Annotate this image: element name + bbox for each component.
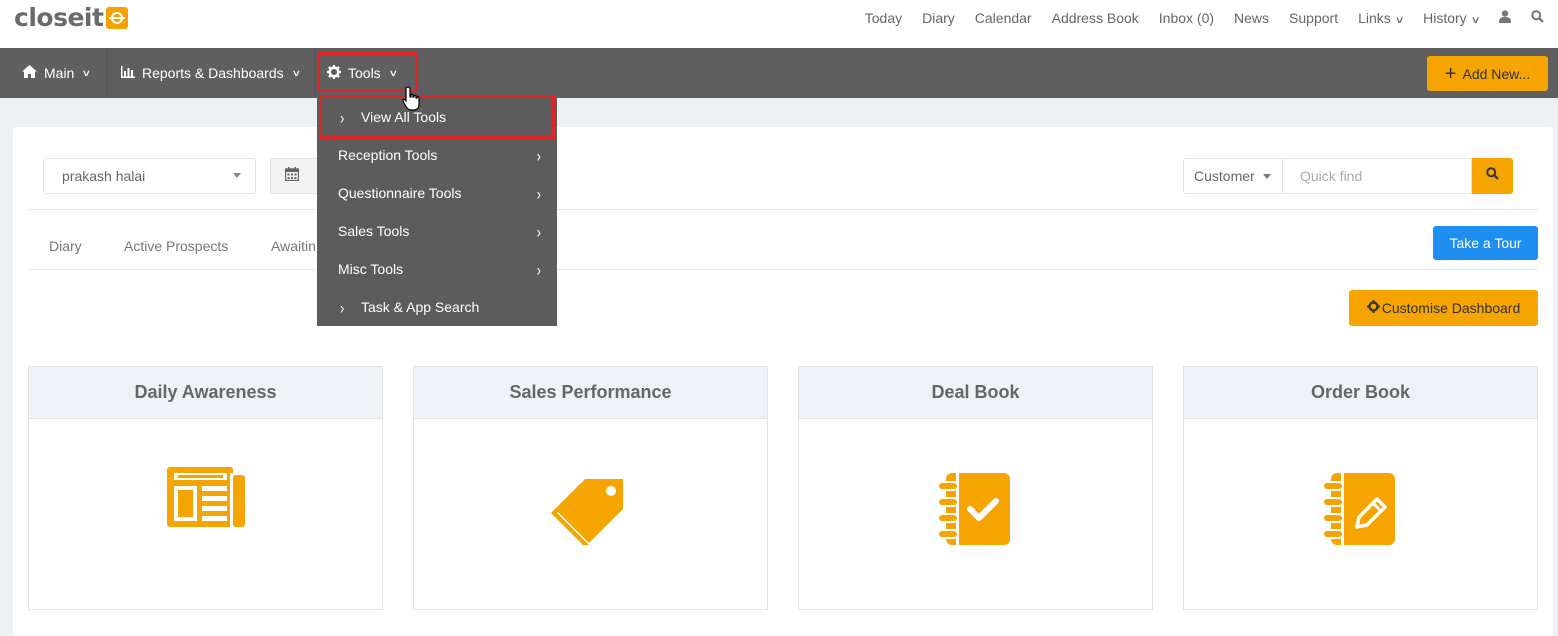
card-deal-book[interactable]: Deal Book bbox=[798, 366, 1153, 610]
divider bbox=[28, 209, 1538, 210]
menu-item-task-app-search[interactable]: › Task & App Search bbox=[317, 288, 557, 326]
quick-find-input[interactable] bbox=[1282, 158, 1472, 194]
links-label: Links bbox=[1358, 10, 1391, 26]
tab-active-prospects[interactable]: Active Prospects bbox=[124, 238, 228, 254]
closeit-logo[interactable]: closeit bbox=[14, 3, 129, 32]
date-picker-button[interactable] bbox=[270, 158, 320, 194]
caret-down-icon bbox=[233, 173, 241, 178]
card-daily-awareness[interactable]: Daily Awareness bbox=[28, 366, 383, 610]
chevron-right-icon: › bbox=[536, 221, 541, 241]
history-label: History bbox=[1423, 10, 1467, 26]
nav-main-label: Main bbox=[44, 65, 75, 81]
card-sales-performance[interactable]: Sales Performance bbox=[413, 366, 768, 610]
newspaper-icon bbox=[29, 467, 382, 527]
top-link-support[interactable]: Support bbox=[1289, 10, 1338, 26]
user-icon[interactable] bbox=[1499, 10, 1511, 26]
caret-down-icon bbox=[1263, 174, 1271, 179]
nav-divider bbox=[315, 48, 316, 98]
chevron-right-icon: › bbox=[536, 259, 541, 279]
chevron-down-icon: ∨ bbox=[1394, 15, 1405, 26]
quick-find-search-button[interactable] bbox=[1472, 158, 1513, 194]
menu-item-label: Task & App Search bbox=[361, 299, 480, 315]
card-title: Deal Book bbox=[799, 367, 1152, 419]
top-link-inbox[interactable]: Inbox (0) bbox=[1159, 10, 1214, 26]
chevron-right-icon: › bbox=[536, 145, 541, 165]
chevron-down-icon: ∨ bbox=[290, 67, 301, 78]
take-a-tour-label: Take a Tour bbox=[1449, 235, 1522, 251]
top-link-calendar[interactable]: Calendar bbox=[975, 10, 1032, 26]
plus-icon: + bbox=[1444, 62, 1457, 85]
top-links-dropdown[interactable]: Links ∨ bbox=[1358, 10, 1405, 26]
top-history-dropdown[interactable]: History ∨ bbox=[1423, 10, 1481, 26]
tags-icon bbox=[414, 467, 767, 545]
top-link-diary[interactable]: Diary bbox=[922, 10, 955, 26]
calendar-icon bbox=[284, 167, 300, 185]
gear-icon bbox=[1366, 300, 1380, 316]
top-link-today[interactable]: Today bbox=[865, 10, 902, 26]
top-bar: closeit Today Diary Calendar Address Boo… bbox=[0, 0, 1558, 48]
user-select[interactable]: prakash halai bbox=[43, 158, 256, 194]
card-title: Daily Awareness bbox=[29, 367, 382, 419]
nav-divider bbox=[107, 48, 108, 98]
view-all-tools-highlight-box bbox=[319, 95, 555, 139]
take-a-tour-button[interactable]: Take a Tour bbox=[1433, 226, 1538, 260]
chevron-down-icon: ∨ bbox=[81, 67, 92, 78]
menu-item-label: Questionnaire Tools bbox=[338, 185, 462, 201]
search-icon[interactable] bbox=[1531, 10, 1544, 26]
nav-reports-label: Reports & Dashboards bbox=[142, 65, 284, 81]
card-title: Order Book bbox=[1184, 367, 1537, 419]
customise-dashboard-label: Customise Dashboard bbox=[1381, 300, 1521, 316]
menu-item-label: Reception Tools bbox=[338, 147, 438, 163]
menu-item-reception-tools[interactable]: Reception Tools › bbox=[317, 136, 557, 174]
top-links: Today Diary Calendar Address Book Inbox … bbox=[845, 0, 1544, 36]
card-title: Sales Performance bbox=[414, 367, 767, 419]
menu-item-label: Misc Tools bbox=[338, 261, 404, 277]
menu-item-label: Sales Tools bbox=[338, 223, 410, 239]
divider bbox=[28, 269, 1538, 270]
top-link-address-book[interactable]: Address Book bbox=[1052, 10, 1139, 26]
logo-text: closeit bbox=[14, 3, 104, 32]
add-new-button[interactable]: + Add New... bbox=[1427, 56, 1548, 91]
chevron-right-icon: › bbox=[536, 183, 541, 203]
customer-select[interactable]: Customer bbox=[1183, 158, 1283, 194]
customise-dashboard-button[interactable]: Customise Dashboard bbox=[1349, 290, 1538, 326]
logo-mark-icon bbox=[106, 7, 129, 29]
customer-select-value: Customer bbox=[1194, 168, 1255, 184]
bar-chart-icon bbox=[121, 65, 135, 81]
menu-item-misc-tools[interactable]: Misc Tools › bbox=[317, 250, 557, 288]
tab-diary[interactable]: Diary bbox=[49, 238, 82, 254]
hand-cursor-icon bbox=[402, 86, 422, 112]
chevron-right-icon: › bbox=[340, 297, 345, 317]
notebook-check-icon bbox=[799, 467, 1152, 549]
add-new-label: Add New... bbox=[1462, 65, 1531, 82]
menu-item-sales-tools[interactable]: Sales Tools › bbox=[317, 212, 557, 250]
home-icon bbox=[22, 65, 37, 81]
top-link-news[interactable]: News bbox=[1234, 10, 1269, 26]
chevron-down-icon: ∨ bbox=[1470, 15, 1481, 26]
search-icon bbox=[1486, 167, 1499, 185]
card-order-book[interactable]: Order Book bbox=[1183, 366, 1538, 610]
notebook-pencil-icon bbox=[1184, 467, 1537, 549]
menu-item-questionnaire-tools[interactable]: Questionnaire Tools › bbox=[317, 174, 557, 212]
user-select-value: prakash halai bbox=[62, 168, 146, 184]
nav-main[interactable]: Main ∨ bbox=[22, 48, 92, 98]
tab-awaiting[interactable]: Awaitin bbox=[271, 238, 316, 254]
nav-reports[interactable]: Reports & Dashboards ∨ bbox=[121, 48, 301, 98]
